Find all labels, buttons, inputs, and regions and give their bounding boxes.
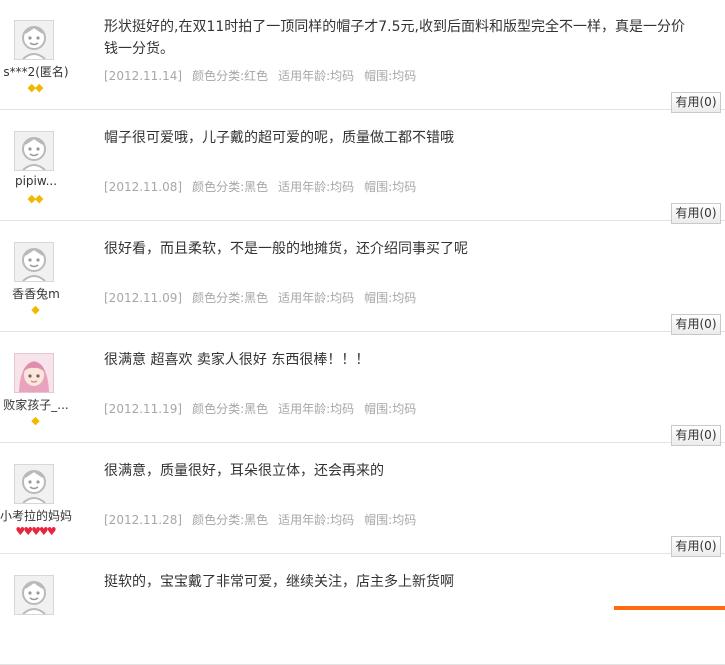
applicable-age: 适用年龄:均码 — [278, 513, 355, 527]
credit-level-icon: ◆ — [31, 303, 39, 316]
applicable-age: 适用年龄:均码 — [278, 69, 355, 83]
review-meta: [2012.11.28] 颜色分类:黑色 适用年龄:均码 帽围:均码 — [104, 511, 426, 528]
review-item: 挺软的，宝宝戴了非常可爱，继续关注，店主多上新货啊 — [0, 555, 725, 665]
color-category: 颜色分类:黑色 — [192, 402, 269, 416]
useful-label: 有用 — [675, 95, 700, 109]
review-item: pipiw... ◆◆ 帽子很可爱哦，儿子戴的超可爱的呢，质量做工都不错哦 [2012… — [0, 111, 725, 224]
credit-level-icon: ♥♥♥♥♥ — [15, 525, 56, 538]
reviewer-info: pipiw... ◆◆ — [0, 111, 70, 221]
color-category: 颜色分类:黑色 — [192, 513, 269, 527]
useful-button[interactable]: 有用(0) — [671, 92, 721, 113]
color-category: 颜色分类:黑色 — [192, 291, 269, 305]
reviewer-info: s***2(匿名) ◆◆ — [0, 0, 70, 110]
review-date: [2012.11.14] — [104, 69, 183, 83]
hat-size: 帽围:均码 — [364, 180, 417, 194]
review-text: 挺软的，宝宝戴了非常可爱，继续关注，店主多上新货啊 — [104, 574, 454, 590]
review-item: s***2(匿名) ◆◆ 形状挺好的,在双11时拍了一顶同样的帽子才7.5元,收到后… — [0, 0, 725, 113]
useful-button[interactable]: 有用(0) — [671, 425, 721, 446]
hat-size: 帽围:均码 — [364, 402, 417, 416]
useful-count: (0) — [699, 428, 717, 442]
applicable-age: 适用年龄:均码 — [278, 291, 355, 305]
reviewer-info — [0, 555, 70, 665]
avatar[interactable] — [14, 353, 54, 393]
useful-button[interactable]: 有用(0) — [671, 314, 721, 335]
credit-level-icon: ◆◆ — [27, 192, 44, 205]
applicable-age: 适用年龄:均码 — [278, 180, 355, 194]
review-text: 很满意 超喜欢 卖家人很好 东西很棒！！！ — [104, 352, 370, 368]
review-item: 小考拉的妈妈 ♥♥♥♥♥ 很满意，质量很好，耳朵很立体，还会再来的 [2012.11.… — [0, 444, 725, 557]
reviewer-info: 败家孩子_... ◆ — [0, 333, 70, 443]
useful-label: 有用 — [675, 428, 700, 442]
color-category: 颜色分类:红色 — [192, 69, 269, 83]
reviewer-name[interactable]: 香香兔m — [0, 285, 74, 302]
reviewer-info: 小考拉的妈妈 ♥♥♥♥♥ — [0, 444, 72, 554]
useful-button[interactable]: 有用(0) — [671, 203, 721, 224]
color-category: 颜色分类:黑色 — [192, 180, 269, 194]
useful-count: (0) — [699, 317, 717, 331]
hat-size: 帽围:均码 — [364, 513, 417, 527]
review-item: 香香兔m ◆ 很好看，而且柔软，不是一般的地摊货，还介绍同事买了呢 [2012.11.… — [0, 222, 725, 335]
avatar[interactable] — [14, 575, 54, 615]
avatar[interactable] — [14, 20, 54, 60]
review-date: [2012.11.08] — [104, 180, 183, 194]
useful-label: 有用 — [675, 539, 700, 553]
reviewer-name[interactable]: 败家孩子_... — [0, 396, 74, 413]
useful-label: 有用 — [675, 317, 700, 331]
review-meta: [2012.11.09] 颜色分类:黑色 适用年龄:均码 帽围:均码 — [104, 289, 426, 306]
review-meta: [2012.11.14] 颜色分类:红色 适用年龄:均码 帽围:均码 — [104, 67, 426, 84]
review-date: [2012.11.19] — [104, 402, 183, 416]
avatar[interactable] — [14, 464, 54, 504]
useful-count: (0) — [699, 539, 717, 553]
hat-size: 帽围:均码 — [364, 291, 417, 305]
reviewer-name[interactable]: 小考拉的妈妈 — [0, 507, 74, 524]
applicable-age: 适用年龄:均码 — [278, 402, 355, 416]
review-meta: [2012.11.08] 颜色分类:黑色 适用年龄:均码 帽围:均码 — [104, 178, 426, 195]
review-item: 败家孩子_... ◆ 很满意 超喜欢 卖家人很好 东西很棒！！！ [2012.11.1… — [0, 333, 725, 446]
review-text: 很好看，而且柔软，不是一般的地摊货，还介绍同事买了呢 — [104, 241, 468, 257]
useful-count: (0) — [699, 206, 717, 220]
review-date: [2012.11.28] — [104, 513, 183, 527]
review-text: 帽子很可爱哦，儿子戴的超可爱的呢，质量做工都不错哦 — [104, 130, 454, 146]
review-meta: [2012.11.19] 颜色分类:黑色 适用年龄:均码 帽围:均码 — [104, 400, 426, 417]
reviewer-name[interactable]: s***2(匿名) — [0, 63, 74, 80]
useful-button[interactable]: 有用(0) — [671, 536, 721, 557]
avatar[interactable] — [14, 242, 54, 282]
hat-size: 帽围:均码 — [364, 69, 417, 83]
orange-accent-bar — [614, 606, 725, 610]
useful-label: 有用 — [675, 206, 700, 220]
reviewer-info: 香香兔m ◆ — [0, 222, 70, 332]
reviewer-name[interactable]: pipiw... — [0, 174, 74, 188]
useful-count: (0) — [699, 95, 717, 109]
credit-level-icon: ◆◆ — [27, 81, 44, 94]
review-text: 形状挺好的,在双11时拍了一顶同样的帽子才7.5元,收到后面料和版型完全不一样，… — [104, 19, 685, 57]
review-text: 很满意，质量很好，耳朵很立体，还会再来的 — [104, 463, 384, 479]
review-date: [2012.11.09] — [104, 291, 183, 305]
avatar[interactable] — [14, 131, 54, 171]
credit-level-icon: ◆ — [31, 414, 39, 427]
